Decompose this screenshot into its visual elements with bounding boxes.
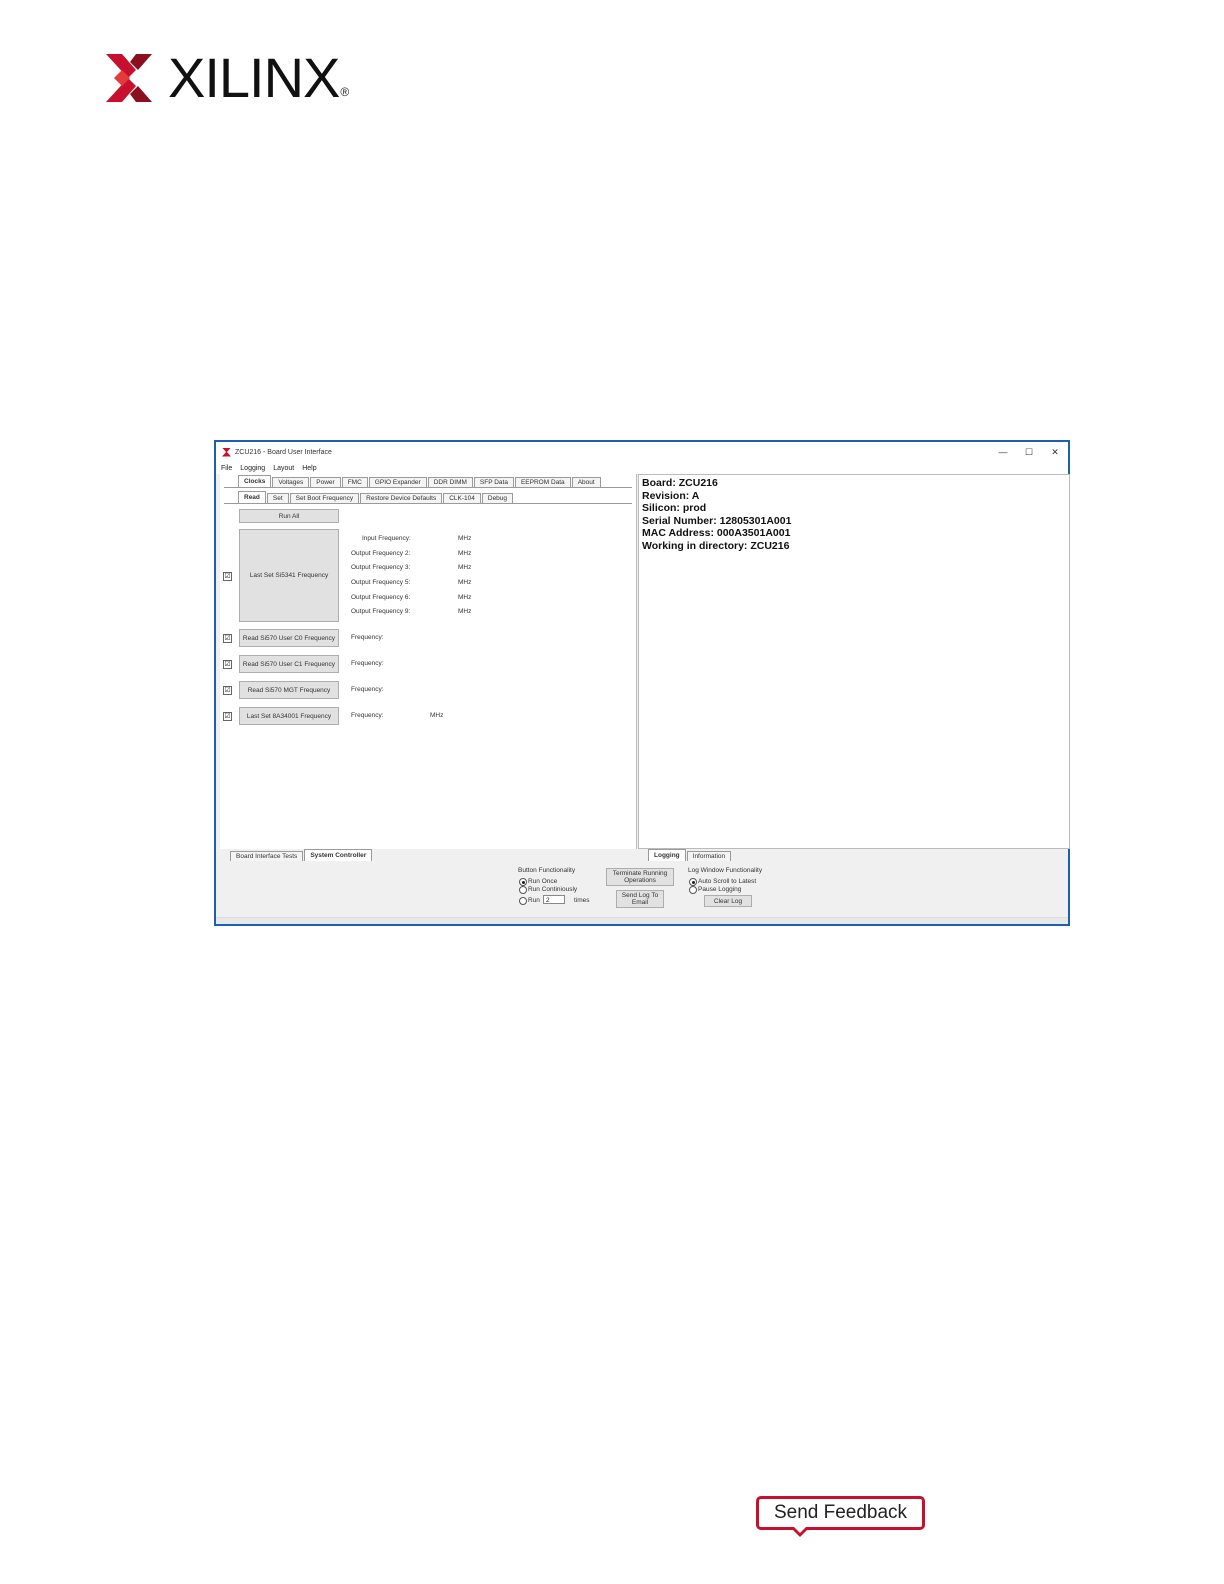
tab-logging[interactable]: Logging — [648, 849, 686, 861]
run-all-button[interactable]: Run All — [239, 509, 339, 523]
output-frequency-9-unit: MHz — [458, 608, 472, 615]
menu-help[interactable]: Help — [302, 465, 316, 472]
title-bar: ZCU216 - Board User Interface — ☐ ✕ — [216, 442, 1068, 462]
auto-scroll-label: Auto Scroll to Latest — [698, 878, 757, 885]
board-silicon: Silicon: prod — [642, 502, 707, 514]
working-directory: Working in directory: ZCU216 — [642, 539, 790, 552]
si570-c0-frequency-label: Frequency: — [351, 634, 384, 641]
si5341-button[interactable]: Last Set Si5341 Frequency — [239, 529, 339, 622]
menu-layout[interactable]: Layout — [273, 465, 294, 472]
output-frequency-9-label: Output Frequency 9: — [351, 608, 411, 615]
output-frequency-2-unit: MHz — [458, 550, 472, 557]
window-title: ZCU216 - Board User Interface — [235, 448, 332, 456]
tab-voltages[interactable]: Voltages — [272, 477, 310, 487]
output-frequency-5-label: Output Frequency 5: — [351, 579, 411, 586]
feedback-callout-tail-inner — [793, 1526, 807, 1533]
output-frequency-3-unit: MHz — [458, 564, 472, 571]
subtab-set-boot-frequency[interactable]: Set Boot Frequency — [289, 493, 360, 503]
tab-clocks[interactable]: Clocks — [238, 475, 272, 487]
run-continuously-label: Run Continiously — [528, 886, 578, 893]
tab-about[interactable]: About — [571, 477, 601, 487]
8a34001-frequency-unit: MHz — [430, 712, 444, 719]
si570-c0-checkbox[interactable]: ☑ — [223, 634, 232, 643]
si570-c1-frequency-label: Frequency: — [351, 660, 384, 667]
last-set-8a34001-button[interactable]: Last Set 8A34001 Frequency — [239, 707, 339, 725]
tab-sfp-data[interactable]: SFP Data — [473, 477, 514, 487]
tab-divider — [224, 487, 632, 488]
bottom-left-tabs: Board Interface Tests System Controller — [230, 849, 373, 861]
tab-gpio-expander[interactable]: GPIO Expander — [368, 477, 427, 487]
run-continuously-radio[interactable] — [519, 886, 527, 894]
serial-number: Serial Number: 12805301A001 — [642, 514, 792, 527]
log-window-functionality-title: Log Window Functionality — [688, 867, 763, 874]
send-feedback-button[interactable]: Send Feedback — [756, 1496, 925, 1530]
status-bar — [216, 917, 1068, 924]
tab-information[interactable]: Information — [686, 851, 732, 861]
send-log-email-button[interactable]: Send Log To Email — [616, 890, 664, 908]
info-panel: Board: ZCU216 Revision: A Silicon: prod … — [638, 474, 1070, 849]
subtab-debug[interactable]: Debug — [481, 493, 514, 503]
read-si570-mgt-button[interactable]: Read Si570 MGT Frequency — [239, 681, 339, 699]
output-frequency-3-label: Output Frequency 3: — [351, 564, 411, 571]
menu-file[interactable]: File — [221, 465, 232, 472]
clear-log-button[interactable]: Clear Log — [704, 895, 752, 907]
run-times-radio[interactable] — [519, 897, 527, 905]
run-once-label: Run Once — [528, 878, 558, 885]
tab-power[interactable]: Power — [310, 477, 341, 487]
tab-fmc[interactable]: FMC — [341, 477, 368, 487]
si5341-checkbox[interactable]: ☑ — [223, 572, 232, 581]
menu-logging[interactable]: Logging — [240, 465, 265, 472]
board-revision: Revision: A — [642, 489, 700, 502]
tab-eeprom-data[interactable]: EEPROM Data — [514, 477, 571, 487]
run-once-radio[interactable] — [519, 878, 527, 886]
output-frequency-2-label: Output Frequency 2: — [351, 550, 411, 557]
8a34001-frequency-label: Frequency: — [351, 712, 384, 719]
maximize-button[interactable]: ☐ — [1016, 447, 1042, 458]
subtab-clk-104[interactable]: CLK-104 — [443, 493, 481, 503]
si570-mgt-frequency-label: Frequency: — [351, 686, 384, 693]
bottom-right-tabs: Logging Information — [648, 849, 732, 861]
times-label: times — [574, 897, 590, 904]
main-tab-row: Clocks Voltages Power FMC GPIO Expander … — [238, 475, 602, 487]
tab-system-controller[interactable]: System Controller — [304, 849, 373, 861]
board-name: Board: ZCU216 — [642, 477, 718, 489]
si570-c1-checkbox[interactable]: ☑ — [223, 660, 232, 669]
output-frequency-6-label: Output Frequency 6: — [351, 594, 411, 601]
menu-bar: File Logging Layout Help — [216, 462, 1068, 474]
subtab-restore-defaults[interactable]: Restore Device Defaults — [360, 493, 443, 503]
run-times-stepper[interactable]: 2 — [543, 895, 565, 904]
pause-logging-radio[interactable] — [689, 886, 697, 894]
auto-scroll-radio[interactable] — [689, 878, 697, 886]
tab-board-interface-tests[interactable]: Board Interface Tests — [230, 851, 304, 861]
xilinx-logo: XILINX ® — [106, 50, 349, 106]
8a34001-checkbox[interactable]: ☑ — [223, 712, 232, 721]
output-frequency-6-unit: MHz — [458, 594, 472, 601]
run-label: Run — [528, 897, 540, 904]
close-button[interactable]: ✕ — [1042, 447, 1068, 458]
subtab-read[interactable]: Read — [238, 491, 266, 503]
si570-mgt-checkbox[interactable]: ☑ — [223, 686, 232, 695]
sub-tab-row: Read Set Set Boot Frequency Restore Devi… — [238, 491, 514, 503]
tab-ddr-dimm[interactable]: DDR DIMM — [427, 477, 473, 487]
xilinx-x-icon — [106, 54, 152, 102]
read-si570-c0-button[interactable]: Read Si570 User C0 Frequency — [239, 629, 339, 647]
subtab-divider — [224, 503, 632, 504]
output-frequency-5-unit: MHz — [458, 579, 472, 586]
minimize-button[interactable]: — — [990, 447, 1016, 457]
left-panel: Clocks Voltages Power FMC GPIO Expander … — [220, 474, 637, 849]
subtab-set[interactable]: Set — [266, 493, 289, 503]
pause-logging-label: Pause Logging — [698, 886, 742, 893]
board-ui-window: ZCU216 - Board User Interface — ☐ ✕ File… — [214, 440, 1070, 926]
input-frequency-label: Input Frequency: — [362, 535, 411, 542]
bottom-panel: Board Interface Tests System Controller … — [216, 849, 1068, 924]
button-functionality-title: Button Functionality — [518, 867, 576, 874]
input-frequency-unit: MHz — [458, 535, 472, 542]
logo-wordmark: XILINX — [168, 46, 340, 109]
read-si570-c1-button[interactable]: Read Si570 User C1 Frequency — [239, 655, 339, 673]
app-icon — [222, 447, 231, 457]
terminate-operations-button[interactable]: Terminate Running Operations — [606, 868, 674, 886]
registered-mark: ® — [340, 85, 350, 99]
mac-address: MAC Address: 000A3501A001 — [642, 527, 791, 539]
